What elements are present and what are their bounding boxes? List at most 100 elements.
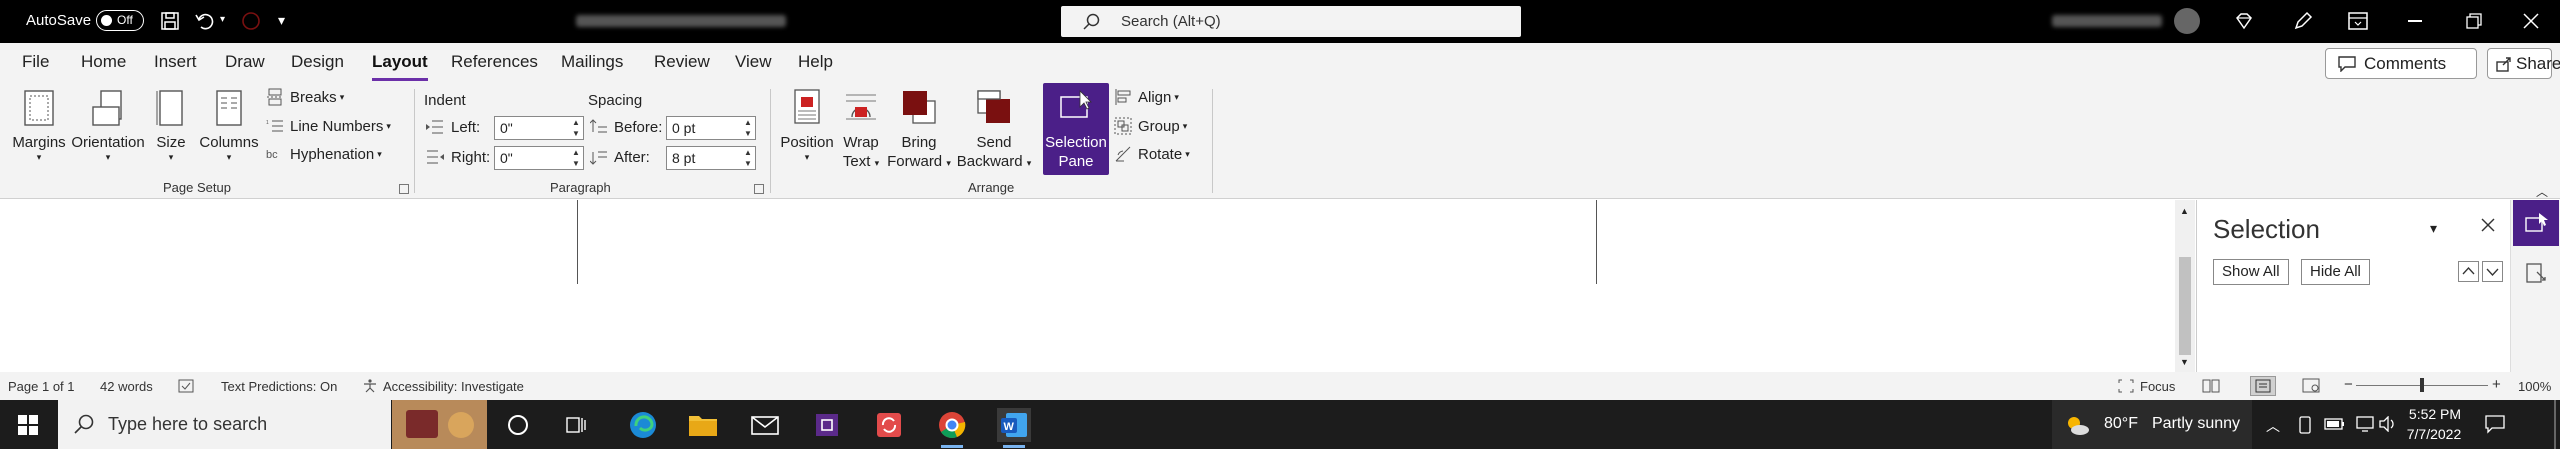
show-all-button[interactable]: Show All — [2213, 259, 2289, 285]
spin-down-icon[interactable]: ▼ — [743, 129, 753, 139]
page-count[interactable]: Page 1 of 1 — [8, 379, 75, 394]
tab-file[interactable]: File — [22, 52, 49, 72]
spin-up-icon[interactable]: ▲ — [571, 118, 581, 128]
indent-left-input[interactable]: 0" ▲ ▼ — [494, 116, 584, 140]
line-numbers-button[interactable]: 1 Line Numbers ▾ — [266, 117, 391, 135]
redo-icon[interactable] — [240, 10, 262, 32]
paragraph-launcher-icon[interactable] — [754, 184, 764, 194]
chrome-icon[interactable] — [935, 408, 969, 448]
rotate-button[interactable]: Rotate ▾ — [1114, 145, 1190, 163]
search-box[interactable]: Search (Alt+Q) — [1061, 6, 1521, 37]
avatar[interactable] — [2174, 8, 2200, 34]
vertical-scrollbar[interactable]: ▲ ▼ — [2175, 200, 2195, 372]
spin-down-icon[interactable]: ▼ — [743, 159, 753, 169]
print-layout-icon[interactable] — [2250, 376, 2276, 396]
spacing-before-input[interactable]: 0 pt ▲ ▼ — [666, 116, 756, 140]
indent-right-input[interactable]: 0" ▲ ▼ — [494, 146, 584, 170]
edge-icon[interactable] — [626, 408, 660, 442]
position-button[interactable]: Position ▾ — [776, 89, 838, 163]
tab-layout[interactable]: Layout — [372, 52, 428, 81]
scrollbar-thumb[interactable] — [2179, 257, 2191, 355]
send-backward-icon[interactable] — [2482, 261, 2503, 282]
app-sync-icon[interactable] — [872, 408, 906, 442]
tab-mailings[interactable]: Mailings — [561, 52, 623, 72]
tab-draw[interactable]: Draw — [225, 52, 265, 72]
clock-time[interactable]: 5:52 PM — [2402, 406, 2468, 422]
focus-mode[interactable]: Focus — [2140, 379, 2175, 394]
minimize-icon[interactable] — [2408, 20, 2422, 22]
hide-all-button[interactable]: Hide All — [2301, 259, 2370, 285]
group-button[interactable]: Group ▾ — [1114, 117, 1187, 135]
zoom-level[interactable]: 100% — [2518, 379, 2551, 394]
proofing-icon[interactable] — [178, 379, 194, 393]
premium-diamond-icon[interactable] — [2234, 11, 2254, 31]
scroll-up-icon[interactable]: ▲ — [2180, 206, 2189, 216]
zoom-in-icon[interactable]: + — [2492, 376, 2501, 393]
restore-icon[interactable] — [2466, 13, 2482, 29]
zoom-slider-thumb[interactable] — [2420, 378, 2424, 392]
spacing-after-input[interactable]: 8 pt ▲ ▼ — [666, 146, 756, 170]
bring-forward-button[interactable]: Bring Forward ▾ — [886, 89, 952, 173]
file-explorer-icon[interactable] — [686, 408, 720, 442]
windows-start-icon[interactable] — [18, 415, 38, 435]
save-icon[interactable] — [160, 11, 180, 31]
comments-button[interactable]: Comments — [2325, 48, 2477, 79]
weather-widget[interactable]: 80°F Partly sunny — [2052, 400, 2252, 449]
tab-insert[interactable]: Insert — [154, 52, 197, 72]
undo-dropdown-icon[interactable]: ▾ — [220, 14, 225, 25]
zoom-out-icon[interactable]: − — [2344, 376, 2353, 393]
pane-options-icon[interactable]: ▾ — [2430, 220, 2437, 237]
spin-up-icon[interactable]: ▲ — [743, 118, 753, 128]
autosave-toggle[interactable]: Off — [96, 10, 144, 31]
wrap-text-button[interactable]: Wrap Text ▾ — [836, 89, 886, 173]
page-setup-launcher-icon[interactable] — [399, 184, 409, 194]
tab-review[interactable]: Review — [654, 52, 710, 72]
size-button[interactable]: Size ▾ — [150, 89, 192, 163]
bring-forward-icon[interactable] — [2458, 261, 2479, 282]
show-desktop[interactable] — [2554, 400, 2556, 449]
document-canvas[interactable] — [0, 200, 2184, 372]
spin-up-icon[interactable]: ▲ — [571, 148, 581, 158]
spin-down-icon[interactable]: ▼ — [571, 159, 581, 169]
share-button[interactable]: Share — [2487, 48, 2560, 79]
clock-date[interactable]: 7/7/2022 — [2396, 426, 2472, 442]
tab-design[interactable]: Design — [291, 52, 344, 72]
text-predictions[interactable]: Text Predictions: On — [221, 379, 337, 394]
word-count[interactable]: 42 words — [100, 379, 153, 394]
selection-pane-button[interactable]: Selection Pane — [1043, 83, 1109, 175]
volume-icon[interactable] — [2378, 416, 2396, 432]
battery-icon[interactable] — [2324, 417, 2346, 431]
read-mode-icon[interactable] — [2202, 378, 2220, 393]
show-hidden-icons-icon[interactable]: ︿ — [2266, 416, 2280, 436]
search-highlight-image[interactable] — [392, 400, 487, 449]
breaks-button[interactable]: Breaks ▾ — [266, 88, 344, 106]
customize-toolbar-icon[interactable]: ▾ — [278, 12, 285, 29]
ribbon-display-options-icon[interactable] — [2348, 12, 2368, 30]
close-icon[interactable] — [2523, 13, 2539, 29]
close-pane-icon[interactable] — [2481, 218, 2495, 232]
tab-view[interactable]: View — [735, 52, 772, 72]
task-view-icon[interactable] — [566, 415, 586, 435]
taskbar-search[interactable]: Type here to search — [58, 400, 391, 449]
send-backward-button[interactable]: Send Backward ▾ — [954, 89, 1034, 173]
web-layout-icon[interactable] — [2302, 378, 2320, 393]
spin-down-icon[interactable]: ▼ — [571, 129, 581, 139]
align-button[interactable]: Align ▾ — [1114, 88, 1179, 106]
app-purple-icon[interactable] — [810, 408, 844, 442]
hyphenation-button[interactable]: bc Hyphenation ▾ — [266, 145, 382, 163]
mail-icon[interactable] — [748, 408, 782, 442]
collapse-ribbon-icon[interactable]: ︿ — [2536, 183, 2548, 200]
cortana-icon[interactable] — [508, 415, 528, 435]
notifications-icon[interactable] — [2484, 414, 2506, 434]
undo-icon[interactable] — [194, 10, 216, 32]
tab-references[interactable]: References — [451, 52, 538, 72]
columns-button[interactable]: Columns ▾ — [196, 89, 262, 163]
pen-icon[interactable] — [2292, 10, 2314, 32]
orientation-button[interactable]: Orientation ▾ — [68, 89, 148, 163]
text-pane-icon[interactable] — [2525, 262, 2547, 284]
word-icon[interactable]: W — [997, 408, 1031, 448]
tab-home[interactable]: Home — [81, 52, 126, 72]
network-icon[interactable] — [2356, 415, 2374, 433]
tab-help[interactable]: Help — [798, 52, 833, 72]
accessibility-status[interactable]: Accessibility: Investigate — [383, 379, 524, 394]
